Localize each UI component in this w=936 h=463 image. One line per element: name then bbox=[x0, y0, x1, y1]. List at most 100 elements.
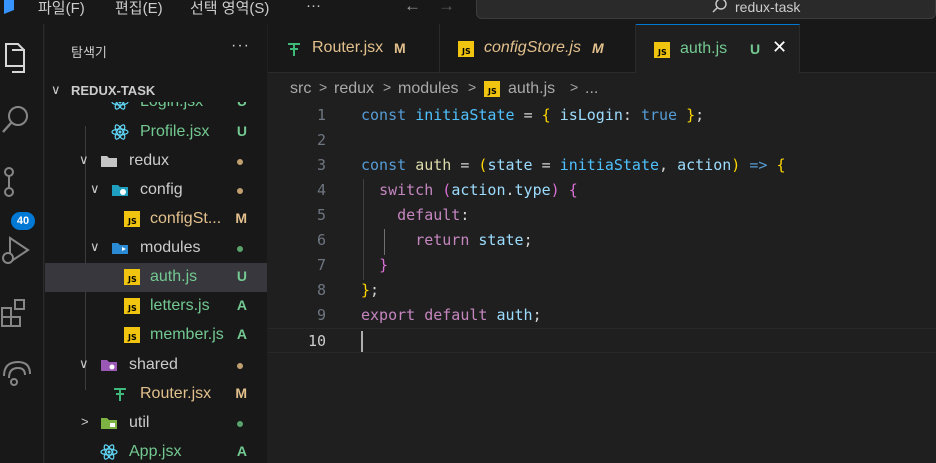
tree-item-profile[interactable]: Profile.jsx U bbox=[45, 118, 267, 147]
tab-auth[interactable]: JS auth.js U ✕ bbox=[636, 24, 800, 73]
source-control-icon[interactable] bbox=[0, 164, 36, 200]
title-bar: 파일(F) 편집(E) 선택 영역(S) ··· ← → redux-task bbox=[0, 0, 936, 24]
shared-folder-icon bbox=[101, 360, 117, 371]
line-number: 1 bbox=[316, 106, 326, 124]
tree-item-login[interactable]: Login.jsx U bbox=[45, 102, 267, 117]
svg-text:JS: JS bbox=[127, 333, 137, 342]
remote-explorer-icon[interactable] bbox=[0, 356, 36, 392]
chevron-down-icon: ∨ bbox=[90, 239, 100, 254]
chevron-right-icon: > bbox=[570, 79, 579, 95]
git-status: U bbox=[236, 268, 247, 284]
line-number: 7 bbox=[316, 256, 326, 274]
breadcrumb-redux[interactable]: redux bbox=[334, 80, 374, 98]
js-icon: JS bbox=[124, 327, 140, 343]
tree-item-label: shared bbox=[129, 356, 178, 373]
line-number: 3 bbox=[316, 156, 326, 174]
tab-label: Router.jsx bbox=[312, 39, 384, 56]
search-icon bbox=[712, 0, 727, 13]
code-line: 6 return state; bbox=[268, 228, 936, 253]
code-line: 2 bbox=[268, 128, 936, 153]
util-folder-icon bbox=[101, 418, 117, 429]
tree-item-label: redux bbox=[129, 152, 170, 169]
svg-text:JS: JS bbox=[127, 217, 137, 226]
breadcrumb-modules[interactable]: modules bbox=[398, 80, 458, 98]
line-number: 2 bbox=[316, 131, 326, 149]
tree-folder-config[interactable]: ∨ config bbox=[45, 176, 267, 205]
command-center-label: redux-task bbox=[735, 0, 801, 15]
git-status: M bbox=[235, 385, 247, 401]
code-line: 1 const initiaState = { isLogin: true }; bbox=[268, 103, 936, 128]
editor-tabs: Router.jsx M JS configStore.js M JS auth… bbox=[268, 24, 936, 73]
untracked-dot bbox=[237, 421, 243, 427]
tree-item-label: config bbox=[140, 181, 183, 198]
tree-item-app[interactable]: App.jsx A bbox=[45, 438, 267, 463]
react-icon bbox=[100, 444, 118, 460]
breadcrumb-file[interactable]: auth.js bbox=[508, 80, 555, 98]
menu-more[interactable]: ··· bbox=[306, 0, 321, 14]
menu-selection[interactable]: 선택 영역(S) bbox=[190, 0, 269, 18]
tree-item-member[interactable]: JS member.js A bbox=[45, 321, 267, 350]
extensions-icon[interactable] bbox=[0, 294, 36, 330]
explorer-icon[interactable] bbox=[0, 40, 36, 76]
search-icon[interactable] bbox=[0, 102, 36, 138]
tree-item-router[interactable]: Router.jsx M bbox=[45, 380, 267, 409]
code-text: } bbox=[379, 256, 389, 274]
breadcrumb: src > redux > modules > JS auth.js > ... bbox=[268, 73, 936, 103]
run-debug-icon[interactable] bbox=[0, 232, 36, 268]
tree-folder-shared[interactable]: ∨ shared bbox=[45, 351, 267, 380]
forward-arrow-icon[interactable]: → bbox=[438, 0, 455, 16]
workspace-section-header[interactable]: ∨ REDUX-TASK bbox=[45, 80, 267, 102]
code-text: const auth = (state = initiaState, actio… bbox=[361, 156, 786, 174]
tab-label: auth.js bbox=[680, 40, 728, 57]
code-line-current: 10 bbox=[268, 328, 936, 353]
svg-text:JS: JS bbox=[127, 275, 137, 284]
tree-folder-modules[interactable]: ∨ modules bbox=[45, 234, 267, 263]
chevron-down-icon: ∨ bbox=[79, 356, 89, 371]
tree-folder-util[interactable]: > util bbox=[45, 409, 267, 438]
chevron-down-icon: ∨ bbox=[51, 82, 61, 97]
chevron-down-icon: ∨ bbox=[79, 152, 89, 167]
js-icon: JS bbox=[124, 269, 140, 285]
code-line: 8 }; bbox=[268, 278, 936, 303]
explorer-more-button[interactable]: ··· bbox=[231, 37, 250, 55]
tab-configstore[interactable]: JS configStore.js M bbox=[440, 24, 636, 73]
code-editor[interactable]: 1 const initiaState = { isLogin: true };… bbox=[268, 103, 936, 463]
close-icon[interactable]: ✕ bbox=[772, 37, 787, 58]
code-text: const initiaState = { isLogin: true }; bbox=[361, 106, 705, 124]
git-status: M bbox=[235, 210, 247, 226]
code-text: return state; bbox=[415, 231, 533, 249]
code-line: 5 default: bbox=[268, 203, 936, 228]
tree-item-label: App.jsx bbox=[129, 443, 182, 460]
workspace-name: REDUX-TASK bbox=[71, 83, 156, 98]
tree-item-label: util bbox=[129, 414, 150, 431]
menu-file[interactable]: 파일(F) bbox=[38, 0, 85, 18]
js-icon: JS bbox=[654, 42, 670, 58]
tree-item-label: Login.jsx bbox=[140, 102, 203, 111]
line-number: 9 bbox=[316, 306, 326, 324]
command-center[interactable]: redux-task bbox=[476, 0, 936, 19]
tree-item-auth[interactable]: JS auth.js U bbox=[45, 263, 267, 292]
tree-item-configstore[interactable]: JS configSt... M bbox=[45, 205, 267, 234]
chevron-right-icon: > bbox=[383, 79, 392, 95]
line-number: 4 bbox=[316, 181, 326, 199]
modified-dot bbox=[237, 188, 243, 194]
breadcrumb-src[interactable]: src bbox=[290, 80, 311, 98]
tree-folder-redux[interactable]: ∨ redux bbox=[45, 147, 267, 176]
untracked-dot bbox=[237, 246, 243, 252]
file-tree: Login.jsx U Profile.jsx U ∨ redux ∨ bbox=[45, 102, 267, 463]
svg-text:JS: JS bbox=[487, 87, 497, 96]
menu-edit[interactable]: 편집(E) bbox=[115, 0, 163, 18]
tree-item-label: modules bbox=[140, 239, 201, 256]
back-arrow-icon[interactable]: ← bbox=[404, 0, 421, 16]
modules-folder-icon bbox=[112, 243, 128, 254]
breadcrumb-symbols[interactable]: ... bbox=[585, 80, 598, 98]
chevron-right-icon: > bbox=[468, 79, 477, 95]
code-line: 4 switch (action.type) { bbox=[268, 178, 936, 203]
folder-icon bbox=[101, 156, 117, 167]
chevron-right-icon: > bbox=[81, 414, 89, 429]
tree-item-letters[interactable]: JS letters.js A bbox=[45, 292, 267, 321]
js-icon: JS bbox=[458, 41, 474, 57]
router-icon bbox=[288, 43, 300, 56]
config-folder-icon bbox=[112, 185, 128, 196]
tab-router[interactable]: Router.jsx M bbox=[268, 24, 440, 73]
